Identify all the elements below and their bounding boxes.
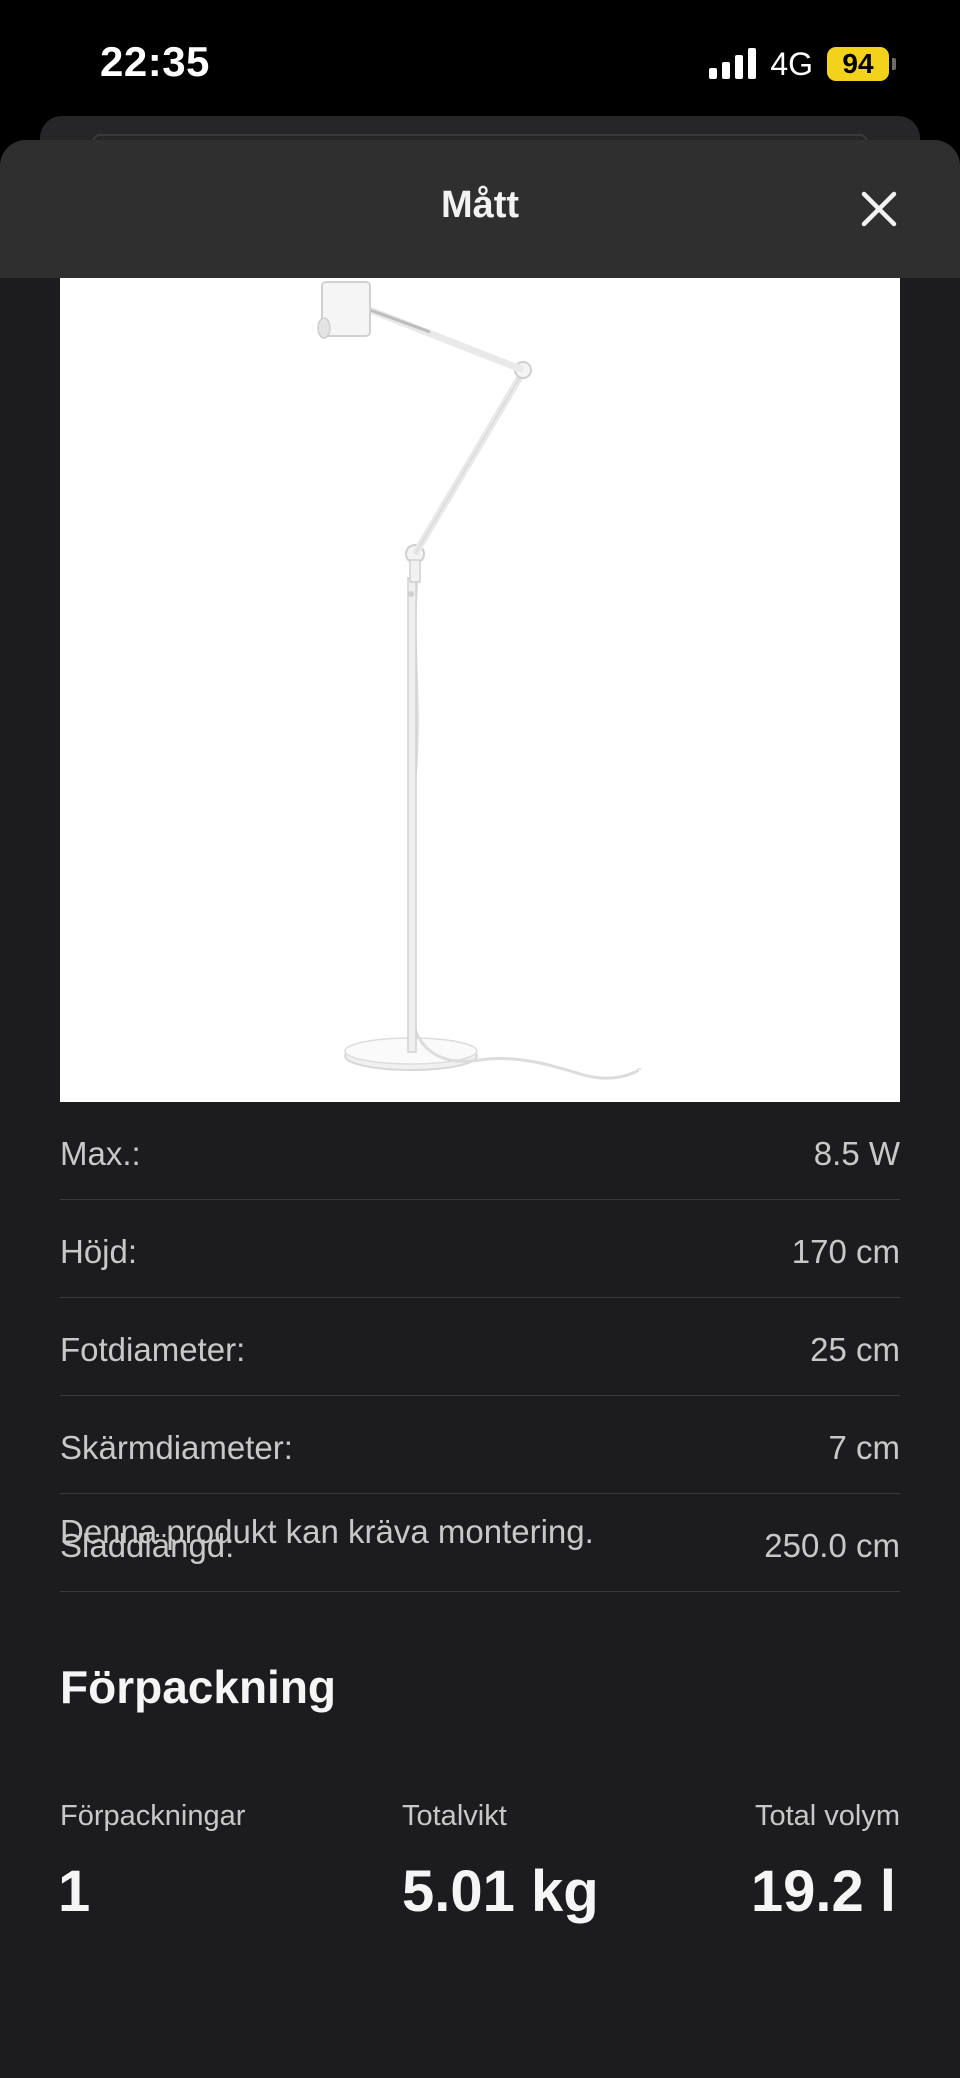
dimensions-sheet: Mått Max.: 8.5 W Höjd: 170 cm Fotdiamete… bbox=[0, 140, 960, 2078]
spec-label: Skärmdiameter: bbox=[60, 1428, 293, 1466]
status-time: 22:35 bbox=[100, 38, 210, 85]
floor-lamp-image bbox=[317, 281, 642, 1080]
packaging-title: Förpackning bbox=[60, 1661, 337, 1713]
product-image bbox=[60, 278, 900, 1102]
battery-icon: 94 bbox=[827, 47, 896, 81]
spec-row-max: Max.: 8.5 W bbox=[60, 1102, 900, 1200]
total-weight-label: Totalvikt bbox=[402, 1800, 507, 1832]
signal-icon bbox=[709, 48, 757, 79]
package-count-value: 1 bbox=[58, 1859, 91, 1924]
close-button[interactable] bbox=[856, 186, 902, 232]
spec-value: 7 cm bbox=[828, 1428, 900, 1466]
status-bar: 22:35 4G 94 bbox=[0, 0, 960, 120]
spec-value: 250.0 cm bbox=[764, 1526, 900, 1564]
spec-label: Max.: bbox=[60, 1134, 141, 1172]
package-count-label: Förpackningar bbox=[60, 1800, 246, 1832]
spec-value: 8.5 W bbox=[813, 1134, 900, 1172]
total-volume-label: Total volym bbox=[754, 1800, 900, 1832]
close-icon bbox=[861, 191, 897, 227]
total-volume-value: 19.2 l bbox=[750, 1859, 896, 1924]
assembly-note: Denna produkt kan kräva montering. bbox=[60, 1513, 594, 1550]
sheet-title: Mått bbox=[440, 184, 520, 226]
sheet-header: Mått bbox=[0, 140, 960, 278]
spec-row-height: Höjd: 170 cm bbox=[60, 1200, 900, 1298]
network-type: 4G bbox=[770, 45, 813, 82]
spec-row-base-diameter: Fotdiameter: 25 cm bbox=[60, 1298, 900, 1396]
spec-label: Fotdiameter: bbox=[60, 1330, 246, 1368]
spec-row-shade-diameter: Skärmdiameter: 7 cm bbox=[60, 1396, 900, 1494]
spec-value: 25 cm bbox=[810, 1330, 900, 1368]
spec-value: 170 cm bbox=[791, 1232, 900, 1270]
battery-level: 94 bbox=[827, 47, 889, 81]
spec-label: Höjd: bbox=[60, 1232, 138, 1270]
status-indicators: 4G 94 bbox=[709, 44, 896, 84]
total-weight-value: 5.01 kg bbox=[402, 1859, 599, 1924]
